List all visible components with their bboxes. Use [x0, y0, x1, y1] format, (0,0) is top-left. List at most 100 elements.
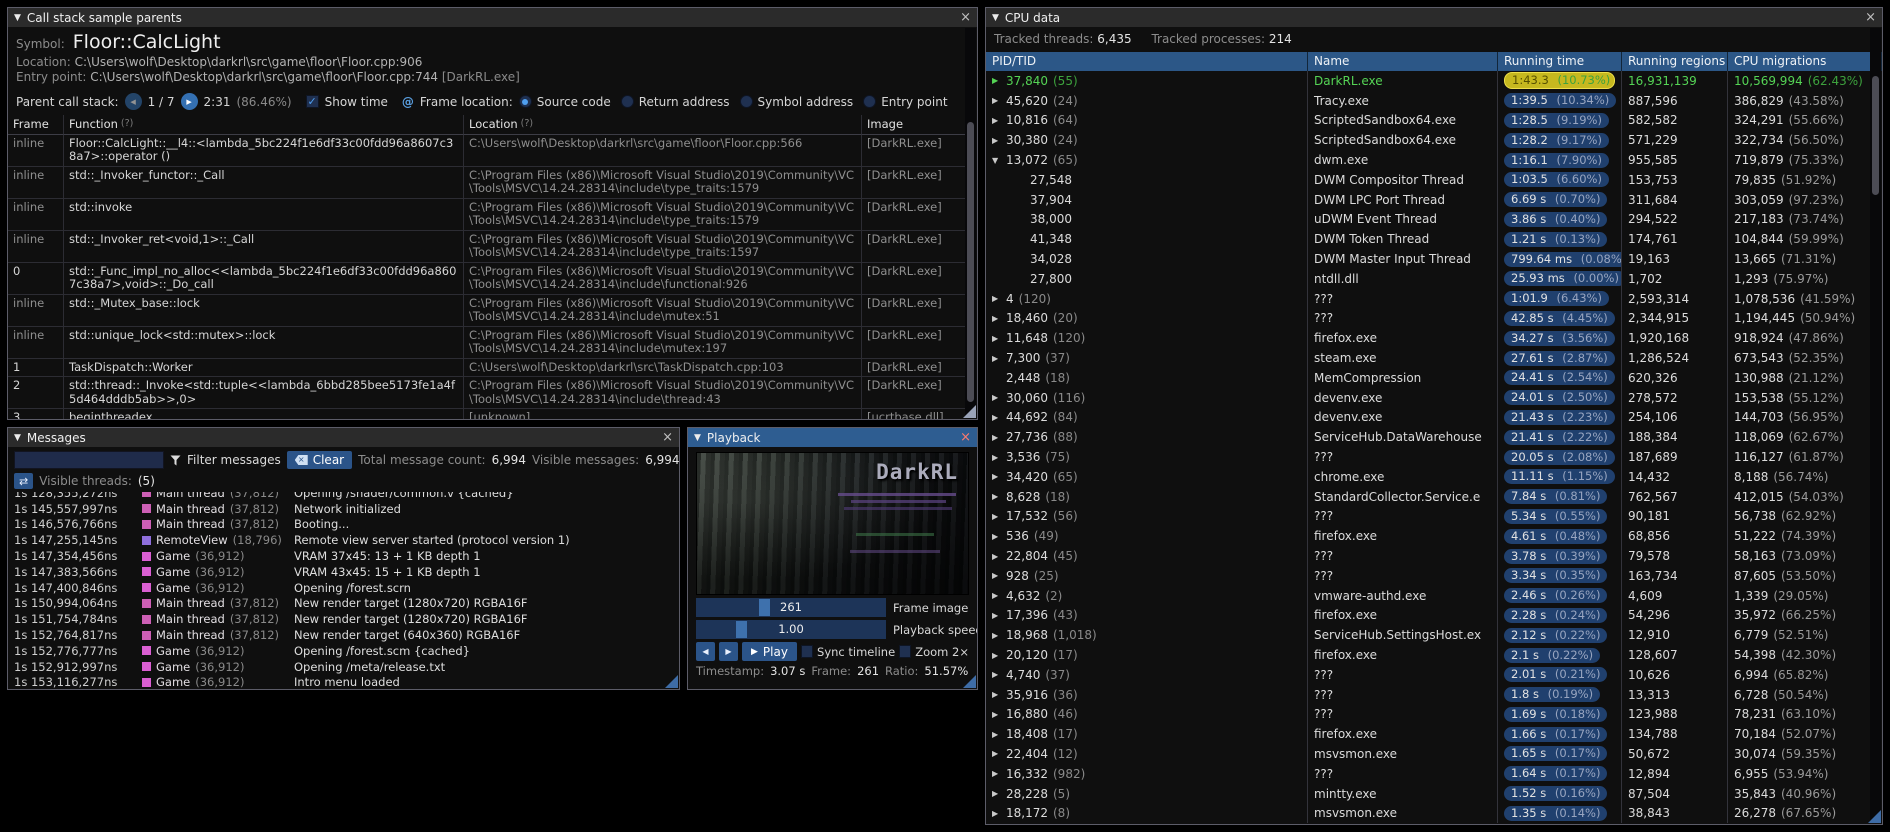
filter-input[interactable]	[14, 451, 164, 469]
cpu-row[interactable]: ▶ 34,420 (65) chrome.exe 11.11 s (1.15%)…	[986, 466, 1882, 487]
collapse-icon[interactable]: ▼	[14, 433, 21, 443]
function-cell[interactable]: std::_Mutex_base::lock	[64, 294, 464, 327]
expand-arrow-icon[interactable]: ▶	[992, 76, 1006, 85]
location-cell[interactable]: C:\Program Files (x86)\Microsoft Visual …	[464, 262, 862, 295]
cpu-row[interactable]: ▶ 18,172 (8) msvsmon.exe 1.35 s (0.14%) …	[986, 803, 1882, 824]
pid-cell[interactable]: ▶ 4,740 (37)	[986, 664, 1308, 685]
cpu-row[interactable]: ▶ 30,380 (24) ScriptedSandbox64.exe 1:28…	[986, 130, 1882, 151]
function-cell[interactable]: std::invoke	[64, 198, 464, 231]
location-cell[interactable]: C:\Program Files (x86)\Microsoft Visual …	[464, 230, 862, 263]
radio-icon[interactable]	[518, 95, 532, 108]
prev-frame-button[interactable]: ◀	[696, 642, 715, 661]
function-cell[interactable]: std::thread::_Invoke<std::tuple<<lambda_…	[64, 377, 464, 409]
close-icon[interactable]: ×	[960, 11, 971, 24]
resize-grip[interactable]	[963, 405, 976, 418]
close-icon[interactable]: ×	[1865, 11, 1876, 24]
cpu-row[interactable]: ▶ 45,620 (24) Tracy.exe 1:39.5 (10.34%) …	[986, 90, 1882, 111]
expand-arrow-icon[interactable]: ▶	[992, 552, 1006, 561]
message-row[interactable]: 1s 147,255,145ns RemoteView (18,796) Rem…	[8, 532, 679, 548]
cpu-row[interactable]: 41,348 DWM Token Thread 1.21 s (0.13%) 1…	[986, 229, 1882, 250]
message-row[interactable]: 1s 145,557,997ns Main thread (37,812) Ne…	[8, 501, 679, 517]
expand-arrow-icon[interactable]: ▶	[992, 512, 1006, 521]
next-parent-button[interactable]: ▶	[180, 93, 198, 110]
expand-arrow-icon[interactable]: ▶	[992, 809, 1006, 818]
location-cell[interactable]: C:\Users\wolf\Desktop\darkrl\src\game\fl…	[464, 134, 862, 167]
expand-arrow-icon[interactable]: ▶	[992, 789, 1006, 798]
cpu-row[interactable]: 2,448 (18) MemCompression 24.41 s (2.54%…	[986, 367, 1882, 388]
location-cell[interactable]: C:\Program Files (x86)\Microsoft Visual …	[464, 294, 862, 327]
expand-arrow-icon[interactable]: ▶	[992, 334, 1006, 343]
expand-arrow-icon[interactable]: ▶	[992, 393, 1006, 402]
cpu-row[interactable]: ▶ 16,880 (46) ??? 1.69 s (0.18%) 123,988…	[986, 704, 1882, 725]
expand-arrow-icon[interactable]: ▶	[992, 433, 1006, 442]
cpu-row[interactable]: ▶ 18,968 (1,018) ServiceHub.SettingsHost…	[986, 625, 1882, 646]
cpu-row[interactable]: ▶ 17,396 (43) firefox.exe 2.28 s (0.24%)…	[986, 605, 1882, 626]
playback-speed-slider[interactable]: 1.00	[696, 620, 886, 639]
pid-cell[interactable]: 27,800	[986, 268, 1308, 289]
column-header[interactable]: PID/TID	[986, 52, 1308, 71]
pid-cell[interactable]: ▶ 35,916 (36)	[986, 684, 1308, 705]
radio-icon[interactable]	[739, 95, 753, 108]
callstack-frame-row[interactable]: 1 TaskDispatch::Worker C:\Users\wolf\Des…	[8, 358, 965, 377]
pid-cell[interactable]: ▶ 18,172 (8)	[986, 803, 1308, 824]
cpu-row[interactable]: ▶ 16,332 (982) ??? 1.64 s (0.17%) 12,894…	[986, 763, 1882, 784]
pid-cell[interactable]: ▼ 13,072 (65)	[986, 150, 1308, 170]
cpu-row[interactable]: ▶ 10,816 (64) ScriptedSandbox64.exe 1:28…	[986, 110, 1882, 131]
next-frame-button[interactable]: ▶	[719, 642, 738, 661]
expand-threads-button[interactable]: ⇄	[14, 473, 34, 489]
pid-cell[interactable]: 27,548	[986, 169, 1308, 190]
callstack-titlebar[interactable]: ▼ Call stack sample parents ×	[8, 8, 977, 27]
collapse-icon[interactable]: ▼	[694, 433, 701, 443]
cpu-row[interactable]: ▶ 928 (25) ??? 3.34 s (0.35%) 163,734 87…	[986, 565, 1882, 586]
message-row[interactable]: 1s 147,400,846ns Game (36,912) Opening /…	[8, 580, 679, 596]
scrollbar-thumb[interactable]	[967, 121, 974, 403]
pid-cell[interactable]: ▶ 16,880 (46)	[986, 704, 1308, 725]
expand-arrow-icon[interactable]: ▶	[992, 749, 1006, 758]
frame-location-option[interactable]: Return address	[620, 95, 730, 109]
pid-cell[interactable]: ▶ 22,804 (45)	[986, 546, 1308, 566]
callstack-frame-row[interactable]: inline Floor::CalcLight::__l4::<lambda_5…	[8, 134, 965, 167]
callstack-frame-row[interactable]: 0 std::_Func_impl_no_alloc<<lambda_5bc22…	[8, 262, 965, 295]
expand-arrow-icon[interactable]: ▶	[992, 96, 1006, 105]
scrollbar-thumb[interactable]	[1872, 75, 1879, 195]
pid-cell[interactable]: 38,000	[986, 209, 1308, 230]
message-row[interactable]: 1s 128,355,272ns Main thread (37,812) Op…	[8, 492, 679, 501]
pid-cell[interactable]: 2,448 (18)	[986, 367, 1308, 388]
collapse-icon[interactable]: ▼	[992, 13, 999, 23]
message-row[interactable]: 1s 151,754,784ns Main thread (37,812) Ne…	[8, 611, 679, 627]
pid-cell[interactable]: ▶ 44,692 (84)	[986, 407, 1308, 428]
cpu-row[interactable]: 37,904 DWM LPC Port Thread 6.69 s (0.70%…	[986, 189, 1882, 210]
function-cell[interactable]: std::_Invoker_ret<void,1>::_Call	[64, 230, 464, 263]
cpu-row[interactable]: 34,028 DWM Master Input Thread 799.64 ms…	[986, 249, 1882, 269]
pid-cell[interactable]: ▶ 17,396 (43)	[986, 605, 1308, 626]
close-icon[interactable]: ×	[960, 431, 971, 444]
message-row[interactable]: 1s 147,354,456ns Game (36,912) VRAM 37x4…	[8, 548, 679, 564]
function-cell[interactable]: std::_Invoker_functor::_Call	[64, 166, 464, 199]
pid-cell[interactable]: ▶ 16,332 (982)	[986, 763, 1308, 784]
cpu-row[interactable]: ▶ 37,840 (55) DarkRL.exe 1:43.3 (10.73%)…	[986, 71, 1882, 91]
pid-cell[interactable]: ▶ 28,228 (5)	[986, 783, 1308, 804]
zoom-2x-checkbox[interactable]	[899, 645, 912, 658]
pid-cell[interactable]: ▶ 4 (120)	[986, 288, 1308, 309]
expand-arrow-icon[interactable]: ▶	[992, 413, 1006, 422]
expand-arrow-icon[interactable]: ▶	[992, 591, 1006, 600]
message-row[interactable]: 1s 150,994,064ns Main thread (37,812) Ne…	[8, 596, 679, 612]
function-cell[interactable]: Floor::CalcLight::__l4::<lambda_5bc224f1…	[64, 134, 464, 167]
cpu-row[interactable]: ▶ 8,628 (18) StandardCollector.Service.e…	[986, 486, 1882, 507]
play-button[interactable]: ▶ Play	[742, 642, 797, 661]
column-header[interactable]: Name	[1308, 52, 1498, 71]
expand-arrow-icon[interactable]: ▶	[992, 294, 1006, 303]
cpu-row[interactable]: ▶ 536 (49) firefox.exe 4.61 s (0.48%) 68…	[986, 526, 1882, 547]
cpu-row[interactable]: ▶ 28,228 (5) mintty.exe 1.52 s (0.16%) 8…	[986, 783, 1882, 804]
expand-arrow-icon[interactable]: ▶	[992, 492, 1006, 501]
pid-cell[interactable]: ▶ 928 (25)	[986, 565, 1308, 586]
expand-arrow-icon[interactable]: ▶	[992, 571, 1006, 580]
cpu-row[interactable]: ▶ 44,692 (84) devenv.exe 21.43 s (2.23%)…	[986, 407, 1882, 428]
expand-arrow-icon[interactable]: ▶	[992, 670, 1006, 679]
cpu-row[interactable]: ▶ 18,460 (20) ??? 42.85 s (4.45%) 2,344,…	[986, 308, 1882, 329]
message-row[interactable]: 1s 146,576,766ns Main thread (37,812) Bo…	[8, 517, 679, 533]
message-row[interactable]: 1s 147,383,566ns Game (36,912) VRAM 43x4…	[8, 564, 679, 580]
cpu-titlebar[interactable]: ▼ CPU data ×	[986, 8, 1882, 27]
show-time-checkbox[interactable]: ✓	[305, 95, 319, 108]
pid-cell[interactable]: ▶ 536 (49)	[986, 526, 1308, 547]
